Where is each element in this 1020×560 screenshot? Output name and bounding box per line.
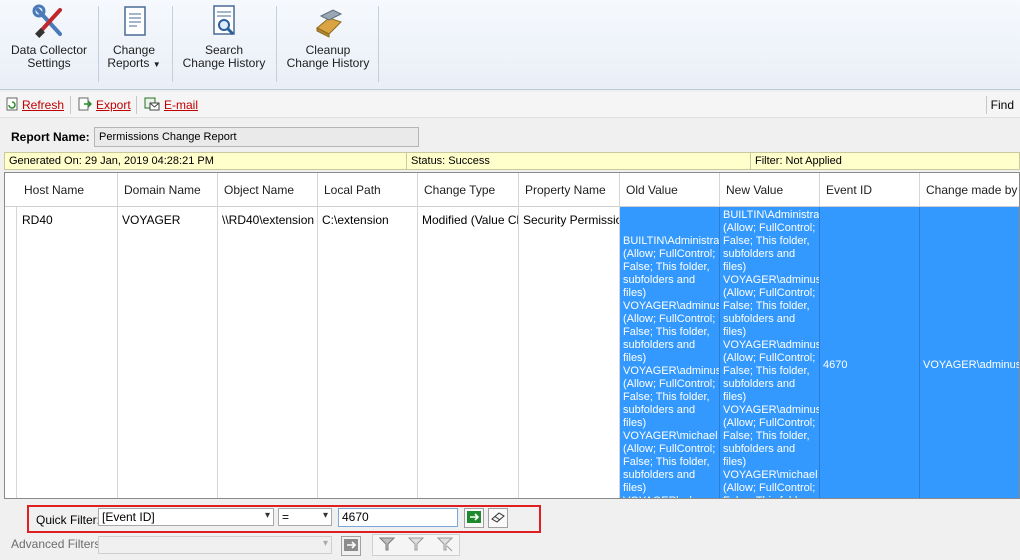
export-label: Export <box>96 98 131 112</box>
ribbon-label: Settings <box>27 56 71 70</box>
filter-actions-group <box>372 534 460 556</box>
cell-local-path[interactable]: C:\extension <box>318 207 418 498</box>
column-header-new-value[interactable]: New Value <box>720 173 820 207</box>
advanced-filters-label: Advanced Filters: <box>11 537 104 551</box>
eraser-icon <box>491 511 505 526</box>
eraser-icon <box>311 4 345 40</box>
column-header-change-type[interactable]: Change Type <box>418 173 519 207</box>
apply-arrow-icon <box>467 510 481 526</box>
email-button[interactable]: E-mail <box>144 97 198 113</box>
report-toolbar: Refresh Export E-mail Find <box>0 92 1020 118</box>
column-header-property-name[interactable]: Property Name <box>519 173 620 207</box>
cell-host-name[interactable]: RD40 <box>18 207 118 498</box>
refresh-icon <box>6 97 18 114</box>
column-header-change-made-by[interactable]: Change made by <box>920 173 1019 207</box>
cell-property-name[interactable]: Security Permissions <box>519 207 620 498</box>
cell-event-id[interactable]: 4670 <box>820 207 920 498</box>
remove-filter-icon[interactable] <box>436 536 453 555</box>
search-document-icon <box>207 4 241 40</box>
cleanup-change-history-button[interactable]: Cleanup Change History <box>280 4 376 84</box>
ribbon-separator <box>98 6 99 82</box>
dropdown-arrow-icon: ▼ <box>152 60 161 69</box>
report-grid[interactable]: Host Name Domain Name Object Name Local … <box>4 172 1020 499</box>
row-indicator <box>5 173 17 498</box>
ribbon-separator <box>172 6 173 82</box>
email-icon <box>144 97 160 114</box>
ribbon-label: Change History <box>286 56 370 70</box>
email-label: E-mail <box>164 98 199 112</box>
cell-change-type[interactable]: Modified (Value Cha <box>418 207 519 498</box>
ribbon-label: Reports <box>107 56 150 70</box>
status-bar: Generated On: 29 Jan, 2019 04:28:21 PM S… <box>4 152 1020 170</box>
clear-filter-button[interactable] <box>488 508 508 528</box>
change-reports-button[interactable]: Change Reports ▼ <box>102 4 166 84</box>
filter-status-text: Filter: Not Applied <box>755 155 842 167</box>
ribbon: Data Collector Settings Change Reports ▼ <box>0 0 1020 90</box>
column-header-old-value[interactable]: Old Value <box>620 173 720 207</box>
filter-icon[interactable] <box>379 536 396 555</box>
grid-header: Host Name Domain Name Object Name Local … <box>5 173 1019 207</box>
ribbon-label: Change History <box>182 56 266 70</box>
find-button[interactable]: Find <box>991 98 1014 112</box>
cell-object-name[interactable]: \\RD40\extension <box>218 207 318 498</box>
status-separator <box>406 153 407 169</box>
quick-filter-field-value: [Event ID] <box>102 510 155 524</box>
ribbon-separator <box>276 6 277 82</box>
quick-filter-field-select[interactable]: [Event ID] ▾ <box>98 508 274 526</box>
cell-old-value[interactable]: BUILTIN\Administrat (Allow; FullControl;… <box>620 207 720 498</box>
ribbon-label-dropdown: Reports ▼ <box>102 57 166 71</box>
column-header-local-path[interactable]: Local Path <box>318 173 418 207</box>
toolbar-separator <box>70 96 71 114</box>
quick-filter-operator-select[interactable]: = ▾ <box>278 508 332 526</box>
apply-advanced-filter-button[interactable] <box>341 536 361 556</box>
refresh-button[interactable]: Refresh <box>6 97 64 113</box>
toolbar-separator <box>986 96 987 114</box>
column-header-host-name[interactable]: Host Name <box>18 173 118 207</box>
chevron-down-icon: ▾ <box>322 538 328 549</box>
chevron-down-icon: ▾ <box>264 510 270 521</box>
quick-filter-value-input[interactable]: 4670 <box>338 508 458 527</box>
apply-filter-button[interactable] <box>464 508 484 528</box>
data-collector-settings-button[interactable]: Data Collector Settings <box>4 4 94 84</box>
report-name-field: Permissions Change Report <box>94 127 419 147</box>
chevron-down-icon: ▾ <box>322 510 328 521</box>
add-filter-icon[interactable] <box>407 536 425 555</box>
generated-on-text: Generated On: 29 Jan, 2019 04:28:21 PM <box>9 155 214 167</box>
advanced-filter-select[interactable]: ▾ <box>98 536 332 554</box>
apply-arrow-icon <box>344 538 358 554</box>
export-icon <box>78 97 93 114</box>
search-change-history-button[interactable]: Search Change History <box>176 4 272 84</box>
export-button[interactable]: Export <box>78 97 131 113</box>
status-text: Status: Success <box>411 155 490 167</box>
column-header-event-id[interactable]: Event ID <box>820 173 920 207</box>
cell-new-value[interactable]: BUILTIN\Administrat (Allow; FullControl;… <box>720 207 820 498</box>
column-header-domain-name[interactable]: Domain Name <box>118 173 218 207</box>
report-document-icon <box>117 4 151 40</box>
column-header-object-name[interactable]: Object Name <box>218 173 318 207</box>
cell-domain-name[interactable]: VOYAGER <box>118 207 218 498</box>
quick-filter-label: Quick Filter: <box>36 513 101 527</box>
report-name-label: Report Name: <box>11 130 90 144</box>
status-separator <box>750 153 751 169</box>
ribbon-separator <box>378 6 379 82</box>
refresh-label: Refresh <box>22 98 65 112</box>
tools-icon <box>32 4 66 40</box>
toolbar-separator <box>136 96 137 114</box>
cell-change-made-by[interactable]: VOYAGER\adminus <box>920 207 1019 498</box>
quick-filter-operator-value: = <box>282 510 290 524</box>
